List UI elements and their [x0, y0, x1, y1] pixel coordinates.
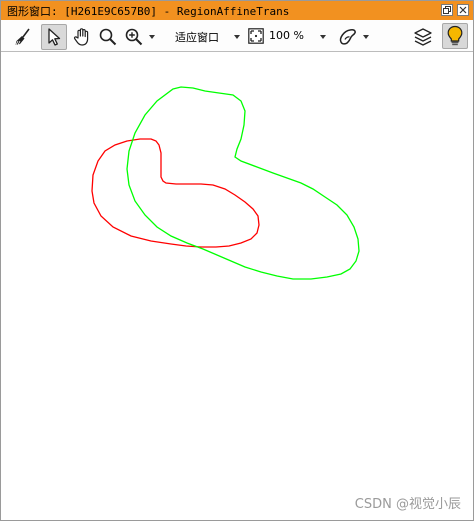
title-controls — [441, 4, 469, 16]
original-region — [91, 138, 260, 248]
zoom-in-icon — [125, 28, 143, 46]
close-button[interactable] — [457, 4, 469, 16]
region-shape-icon — [339, 29, 356, 45]
graphics-canvas[interactable]: CSDN @视觉小辰 — [1, 53, 473, 520]
layers-icon — [414, 28, 432, 46]
clear-button[interactable] — [11, 25, 35, 49]
layers-button[interactable] — [411, 25, 435, 49]
pan-tool-button[interactable] — [70, 25, 94, 49]
zoom-mode-label[interactable]: 适应窗口 — [175, 29, 219, 45]
zoom-dropdown-caret[interactable] — [149, 35, 155, 39]
region-drawing — [91, 86, 360, 280]
zoom-percent-dropdown-caret[interactable] — [320, 35, 326, 39]
fit-window-button[interactable] — [246, 26, 266, 46]
pointer-icon — [48, 28, 61, 46]
region-dropdown-caret[interactable] — [363, 35, 369, 39]
zoom-in-button[interactable] — [122, 25, 146, 49]
brush-icon — [15, 28, 30, 46]
title-bar[interactable]: 图形窗口: [H261E9C657B0] - RegionAffineTrans — [1, 1, 473, 20]
lightbulb-icon — [447, 25, 463, 46]
watermark-text: CSDN @视觉小辰 — [354, 497, 461, 512]
fit-window-icon — [248, 28, 264, 44]
close-icon — [459, 6, 467, 14]
zoom-mode-dropdown-caret[interactable] — [234, 35, 240, 39]
magnify-tool-button[interactable] — [96, 25, 120, 49]
zoom-percent-label[interactable]: 100 % — [269, 29, 304, 42]
toolbar: 适应窗口 100 % — [1, 20, 473, 52]
graphics-window: 图形窗口: [H261E9C657B0] - RegionAffineTrans — [0, 0, 474, 521]
window-title: 图形窗口: [H261E9C657B0] - RegionAffineTrans — [7, 4, 290, 18]
transformed-region — [126, 86, 360, 280]
hand-icon — [74, 28, 89, 46]
feedback-toggle-button[interactable] — [442, 23, 468, 49]
restore-button[interactable] — [441, 4, 453, 16]
region-display-button[interactable] — [337, 25, 361, 49]
restore-icon — [443, 6, 451, 14]
magnifier-icon — [99, 28, 117, 46]
select-tool-button[interactable] — [41, 24, 67, 50]
